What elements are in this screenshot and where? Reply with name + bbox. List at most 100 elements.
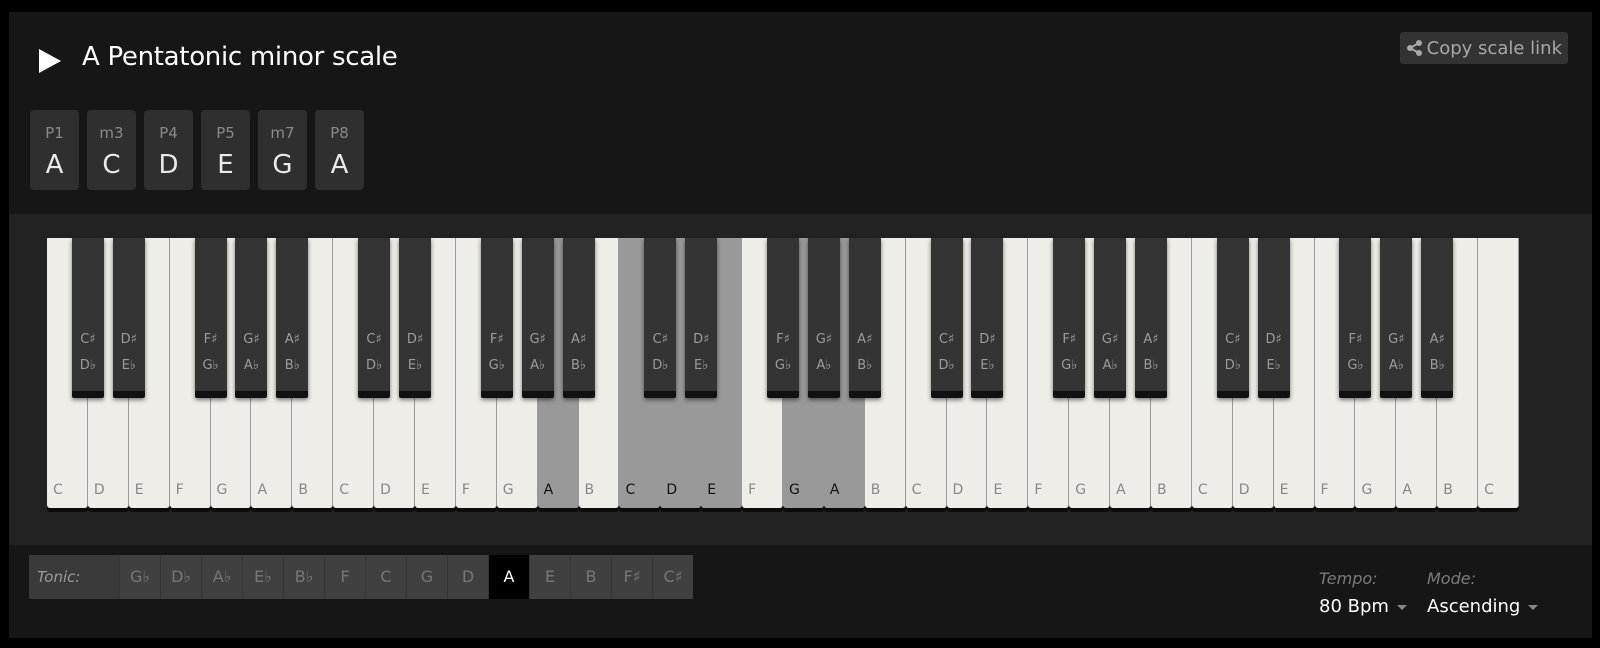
interval-card: m7 G	[258, 110, 307, 190]
sharp-label: C♯	[1225, 332, 1241, 347]
key-label: A	[543, 482, 554, 498]
key-label: E	[993, 482, 1003, 498]
sharp-label: F♯	[1062, 332, 1077, 347]
tonic-option[interactable]: E♭	[242, 555, 283, 599]
black-key[interactable]: D♯ E♭	[971, 238, 1004, 398]
flat-label: A♭	[816, 358, 832, 373]
sharp-label: G♯	[243, 332, 260, 347]
black-key[interactable]: C♯ D♭	[1216, 238, 1249, 398]
share-icon	[1406, 40, 1422, 56]
key-label: D	[1238, 482, 1250, 498]
tonic-option[interactable]: E	[529, 555, 570, 599]
key-label: E	[1279, 482, 1289, 498]
tonic-option[interactable]: F	[324, 555, 365, 599]
white-key-c[interactable]: C	[1478, 238, 1519, 508]
black-key[interactable]: F♯ G♭	[1053, 238, 1086, 398]
key-label: A	[829, 482, 840, 498]
tonic-option[interactable]: D	[447, 555, 488, 599]
key-label: G	[789, 482, 800, 498]
key-label: F	[175, 482, 184, 498]
key-label: A	[1116, 482, 1126, 498]
key-label: F	[748, 482, 757, 498]
interval-note: C	[102, 150, 121, 180]
black-key[interactable]: F♯ G♭	[1339, 238, 1372, 398]
tonic-option[interactable]: A	[488, 555, 529, 599]
flat-label: G♭	[1061, 358, 1078, 373]
black-key[interactable]: G♯ A♭	[235, 238, 268, 398]
sharp-label: F♯	[489, 332, 504, 347]
black-key[interactable]: C♯ D♭	[71, 238, 104, 398]
tonic-option[interactable]: G	[406, 555, 447, 599]
black-key[interactable]: D♯ E♭	[685, 238, 718, 398]
page-title: A Pentatonic minor scale	[82, 42, 398, 72]
sharp-label: D♯	[406, 332, 424, 347]
key-label: C	[1484, 482, 1494, 498]
mode-label: Mode:	[1427, 569, 1476, 588]
black-key[interactable]: C♯ D♭	[930, 238, 963, 398]
play-icon[interactable]	[39, 49, 61, 73]
key-label: D	[952, 482, 964, 498]
sharp-label: D♯	[1265, 332, 1282, 347]
interval-degree: P1	[45, 124, 64, 142]
mode-dropdown[interactable]: Ascending	[1427, 596, 1539, 617]
black-key[interactable]: A♯ B♭	[276, 238, 309, 398]
key-label: G	[1361, 482, 1373, 498]
key-label: C	[53, 482, 63, 498]
flat-label: E♭	[121, 358, 136, 373]
black-key[interactable]: C♯ D♭	[644, 238, 677, 398]
sharp-label: A♯	[1429, 332, 1445, 347]
black-key[interactable]: G♯ A♭	[807, 238, 840, 398]
sharp-label: A♯	[857, 332, 873, 347]
tonic-option[interactable]: B♭	[283, 555, 324, 599]
interval-card: P1 A	[30, 110, 79, 190]
tempo-dropdown[interactable]: 80 Bpm	[1319, 596, 1407, 617]
black-key[interactable]: F♯ G♭	[480, 238, 513, 398]
interval-card: P8 A	[315, 110, 364, 190]
copy-scale-link-button[interactable]: Copy scale link	[1399, 32, 1568, 64]
black-key[interactable]: C♯ D♭	[358, 238, 391, 398]
black-key[interactable]: G♯ A♭	[1380, 238, 1413, 398]
interval-note: A	[45, 150, 64, 180]
black-key[interactable]: G♯ A♭	[521, 238, 554, 398]
caret-down-icon	[1528, 604, 1539, 610]
key-label: G	[216, 482, 228, 498]
black-key[interactable]: F♯ G♭	[767, 238, 799, 398]
sharp-label: C♯	[652, 332, 669, 347]
flat-label: E♭	[980, 358, 995, 373]
black-key[interactable]: A♯ B♭	[1421, 238, 1454, 398]
flat-label: E♭	[407, 358, 423, 373]
black-key[interactable]: F♯ G♭	[194, 238, 227, 398]
tonic-option[interactable]: G♭	[119, 555, 160, 599]
black-key[interactable]: D♯ E♭	[399, 238, 431, 398]
tonic-option[interactable]: B	[570, 555, 611, 599]
black-key[interactable]: G♯ A♭	[1094, 238, 1127, 398]
black-key[interactable]: D♯ E♭	[112, 238, 145, 398]
tonic-option[interactable]: F♯	[611, 555, 652, 599]
key-label: E	[134, 482, 144, 498]
tempo-control: Tempo: 80 Bpm	[1319, 569, 1407, 617]
flat-label: D♭	[1224, 358, 1241, 373]
black-key[interactable]: A♯ B♭	[562, 238, 595, 398]
mode-control: Mode: Ascending	[1427, 569, 1539, 617]
key-label: B	[1443, 482, 1453, 498]
interval-card: m3 C	[87, 110, 136, 190]
sharp-label: G♯	[815, 332, 833, 347]
interval-degree: m3	[99, 124, 124, 142]
black-key[interactable]: A♯ B♭	[1135, 238, 1167, 398]
flat-label: B♭	[284, 358, 300, 373]
interval-degree: P5	[216, 124, 235, 142]
key-label: C	[911, 482, 922, 498]
tonic-option[interactable]: A♭	[201, 555, 242, 599]
interval-degree: P8	[330, 124, 349, 142]
tonic-option[interactable]: C♯	[652, 555, 693, 599]
black-key[interactable]: D♯ E♭	[1257, 238, 1290, 398]
flat-label: E♭	[1266, 358, 1281, 373]
header: A Pentatonic minor scale Copy scale link…	[9, 12, 1592, 214]
tonic-option[interactable]: D♭	[160, 555, 201, 599]
black-key[interactable]: A♯ B♭	[848, 238, 881, 398]
flat-label: A♭	[1388, 358, 1404, 373]
tonic-option[interactable]: C	[365, 555, 406, 599]
interval-note: A	[330, 150, 349, 180]
sharp-label: A♯	[1143, 332, 1159, 347]
key-label: F	[1320, 482, 1329, 498]
